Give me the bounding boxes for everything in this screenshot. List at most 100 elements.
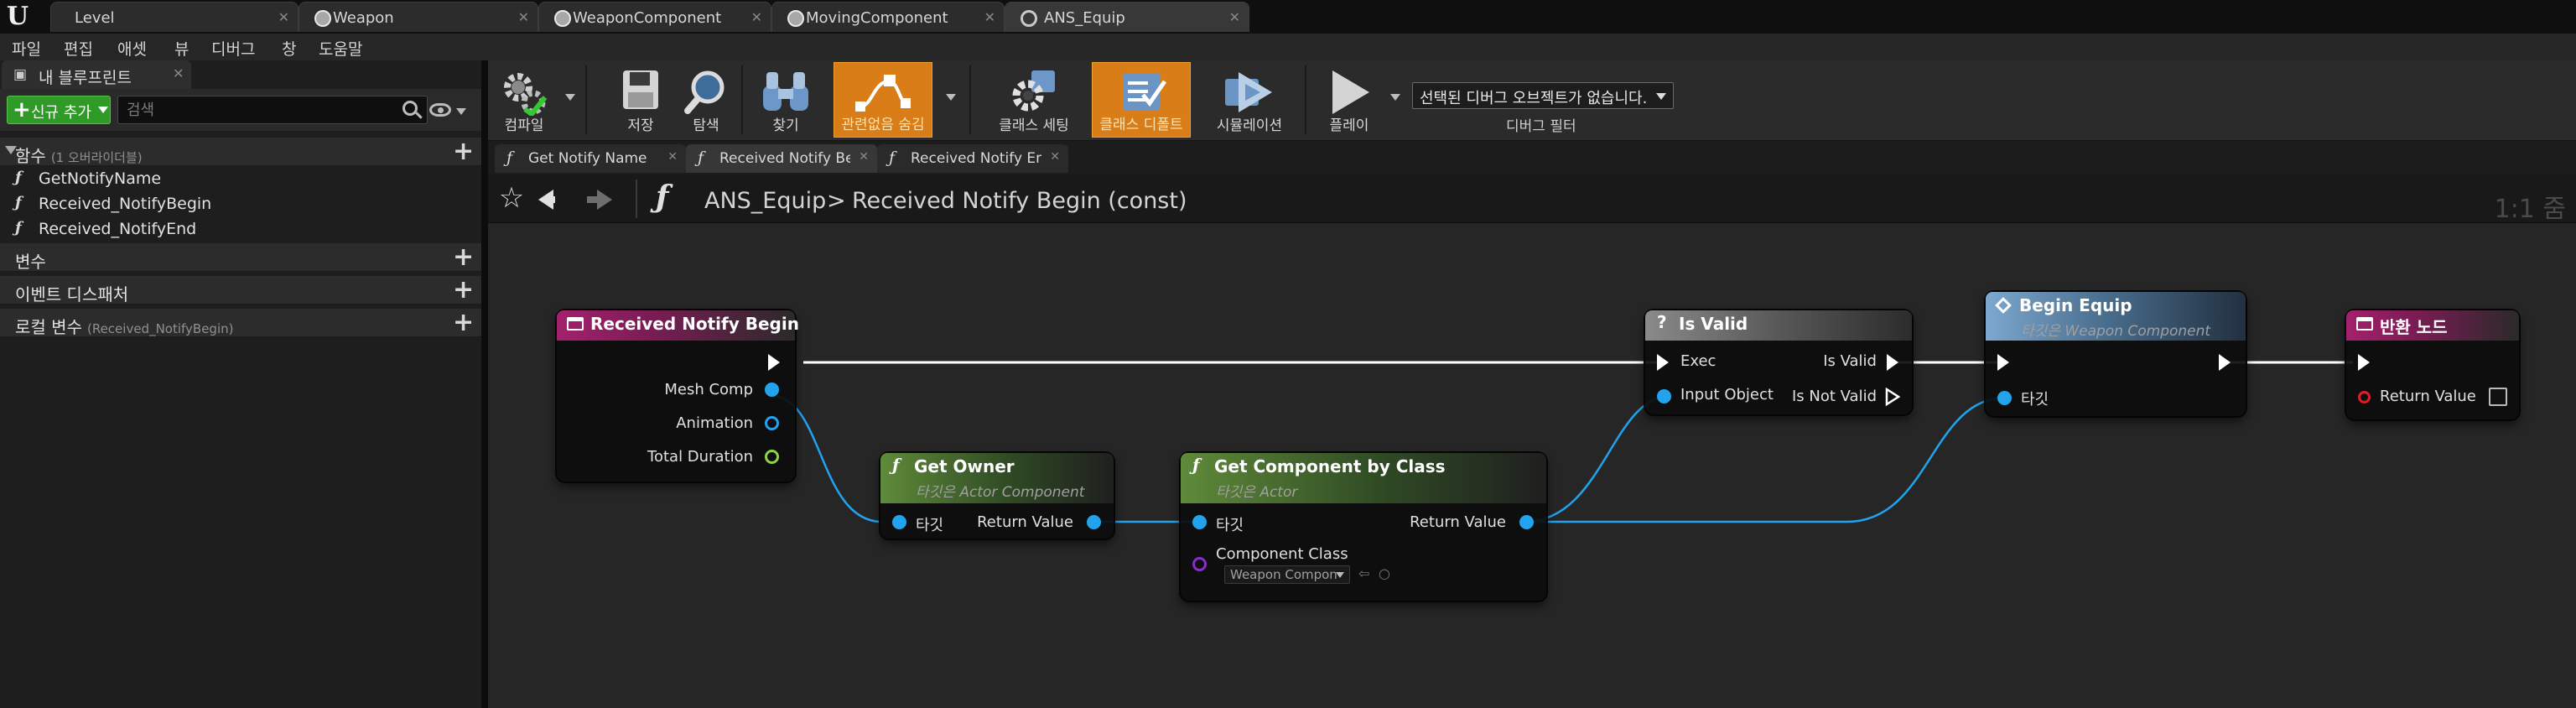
node-get-component-by-class[interactable]: ƒ Get Component by Class 타깃은 Actor 타깃 Re… [1181,453,1546,601]
add-local-variable-button[interactable]: + [453,309,474,337]
category-functions[interactable]: 함수 (1 오버라이더블) + [0,138,481,166]
return-value-pin[interactable] [2358,391,2371,403]
browse-button[interactable]: 탐색 [676,62,736,138]
toolbar-separator [741,65,743,134]
graph-tab-bar: ƒ Get Notify Name ✕ ƒ Received Notify Be… [488,141,2576,174]
use-selected-arrow-icon[interactable]: ⇦ [1358,565,1369,581]
function-item[interactable]: ƒ Received_NotifyBegin [0,191,481,216]
close-icon[interactable]: ✕ [173,65,184,81]
mesh-comp-pin[interactable] [765,383,779,397]
doc-tab-weapon[interactable]: Weapon ✕ [299,2,538,32]
target-in-pin[interactable] [1997,391,2012,405]
class-settings-button[interactable]: 클래스 세팅 [988,62,1080,138]
category-label: 변수 [15,252,46,272]
menu-asset[interactable]: 애셋 [117,37,147,60]
add-event-dispatcher-button[interactable]: + [453,276,474,305]
add-variable-button[interactable]: + [453,243,474,272]
chevron-down-icon[interactable] [456,108,466,115]
menu-file[interactable]: 파일 [12,37,41,60]
node-received-notify-begin[interactable]: Received Notify Begin Mesh Comp Animatio… [557,310,799,482]
graph-tab-get-notify-name[interactable]: ƒ Get Notify Name ✕ [495,144,686,173]
hide-unrelated-options-chevron[interactable] [946,94,956,101]
close-icon[interactable]: ✕ [984,9,995,25]
play-options-chevron[interactable] [1390,94,1400,101]
graph-canvas[interactable]: ☆ ƒ ANS_Equip > Received Notify Begin (c… [488,174,2576,708]
class-defaults-button[interactable]: 클래스 디폴트 [1092,62,1191,138]
exec-out-pin[interactable] [2219,354,2231,371]
add-new-button[interactable]: + 신규 추가 [7,96,111,124]
find-button[interactable]: 찾기 [751,62,820,138]
menu-edit[interactable]: 편집 [64,37,93,60]
node-header: Begin Equip 타깃은 Weapon Component [1986,292,2246,341]
compile-button[interactable]: 컴파일 [490,62,558,138]
doc-tab-level[interactable]: Level ✕ [50,2,299,32]
input-object-pin[interactable] [1657,389,1671,403]
close-icon[interactable]: ✕ [278,9,289,25]
is-valid-exec-pin[interactable] [1887,354,1898,371]
pin-label: Is Valid [1823,352,1877,370]
close-icon[interactable]: ✕ [751,9,762,25]
play-button[interactable]: 플레이 [1313,62,1385,138]
node-title: Get Owner [914,456,1015,476]
target-in-pin[interactable] [1192,515,1207,529]
unreal-logo-icon[interactable]: U [3,2,32,32]
add-function-button[interactable]: + [453,138,474,166]
return-value-pin[interactable] [1087,515,1101,529]
node-return[interactable]: 반환 노드 Return Value [2346,310,2519,419]
doc-tab-weapon-component[interactable]: WeaponComponent ✕ [538,2,771,32]
close-icon[interactable]: ✕ [518,9,529,25]
save-button[interactable]: 저장 [610,62,671,138]
node-begin-equip[interactable]: Begin Equip 타깃은 Weapon Component 타깃 [1986,292,2246,416]
panel-splitter[interactable] [481,60,488,708]
category-label: 함수 [15,146,46,166]
chevron-down-icon [1336,572,1344,578]
doc-tab-label: Weapon [333,9,394,27]
animation-pin[interactable] [765,416,779,430]
graph-tab-received-notify-end[interactable]: ƒ Received Notify End ✕ [877,144,1068,173]
browse-icon[interactable]: ○ [1379,565,1390,581]
doc-tab-label: ANS_Equip [1044,9,1125,27]
play-label: 플레이 [1329,117,1369,134]
exec-in-pin[interactable] [1657,354,1669,371]
simulation-button[interactable]: 시뮬레이션 [1202,62,1296,138]
eye-icon[interactable] [429,103,451,117]
menu-help[interactable]: 도움말 [319,37,362,60]
component-class-dropdown[interactable]: Weapon Component [1224,565,1350,584]
pin-label: 타깃 [1216,517,1244,534]
my-blueprint-tab[interactable]: ▣ 내 블루프린트 ✕ [2,60,191,89]
doc-tab-ans-equip[interactable]: ANS_Equip ✕ [1005,2,1249,32]
magnifier-icon [684,70,724,114]
close-icon[interactable]: ✕ [1229,9,1240,25]
node-is-valid[interactable]: ? Is Valid Exec Is Valid Input Object Is… [1645,310,1912,414]
node-get-owner[interactable]: ƒ Get Owner 타깃은 Actor Component 타깃 Retur… [880,453,1114,539]
total-duration-pin[interactable] [765,450,779,464]
exec-in-pin[interactable] [1997,354,2009,371]
doc-tab-moving-component[interactable]: MovingComponent ✕ [771,2,1005,32]
category-event-dispatchers[interactable]: 이벤트 디스패처 + [0,276,481,305]
is-not-valid-exec-pin[interactable] [1885,388,1900,406]
exec-out-pin[interactable] [768,354,780,371]
category-local-variables[interactable]: 로컬 변수 (Received_NotifyBegin) + [0,309,481,337]
menu-window[interactable]: 창 [282,37,296,60]
debug-object-select[interactable]: 선택된 디버그 오브젝트가 없습니다. [1412,82,1674,109]
menu-view[interactable]: 뷰 [174,37,189,60]
return-value-checkbox[interactable] [2489,388,2507,406]
function-item[interactable]: ƒ Received_NotifyEnd [0,216,481,242]
doc-tab-label: MovingComponent [806,9,948,27]
target-in-pin[interactable] [892,515,906,529]
close-icon[interactable]: ✕ [667,150,678,164]
search-input[interactable] [117,96,428,124]
graph-tab-received-notify-begin[interactable]: ƒ Received Notify Begin ✕ [686,144,877,173]
category-variables[interactable]: 변수 + [0,243,481,272]
menu-debug[interactable]: 디버그 [211,37,255,60]
close-icon[interactable]: ✕ [1050,150,1060,164]
component-class-pin[interactable] [1192,557,1207,571]
hide-unrelated-button[interactable]: 관련없음 숨김 [834,62,932,138]
close-icon[interactable]: ✕ [859,150,869,164]
compile-options-chevron[interactable] [565,94,575,101]
simulation-icon [1225,72,1272,112]
exec-in-pin[interactable] [2358,354,2370,371]
return-value-pin[interactable] [1519,515,1534,529]
hide-unrelated-label: 관련없음 숨김 [841,117,925,133]
function-item[interactable]: ƒ GetNotifyName [0,166,481,191]
